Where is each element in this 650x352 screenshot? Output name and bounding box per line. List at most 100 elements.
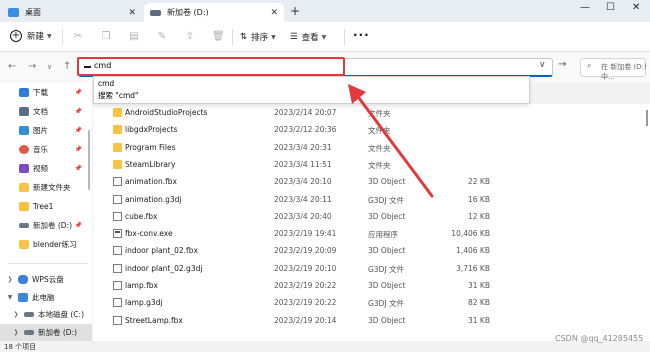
more-options-button[interactable]: ··· <box>353 28 370 42</box>
sidebar-item-wps-cloud[interactable]: ❯ WPS云盘 <box>0 271 92 288</box>
file-date: 2023/2/19 20:22 <box>274 281 337 290</box>
file-row[interactable]: cube.fbx 2023/3/4 20:40 3D Object 12 KB <box>93 208 650 225</box>
go-arrow-icon[interactable]: → <box>558 59 566 70</box>
file-row[interactable]: indoor plant_02.fbx 2023/2/19 20:09 3D Obj… <box>93 242 650 259</box>
file-name: animation.fbx <box>125 177 177 187</box>
new-tab-button[interactable]: + <box>290 4 300 18</box>
file-icon <box>113 281 122 290</box>
sort-button[interactable]: ⇅ 排序 ▼ <box>240 31 276 43</box>
file-row[interactable]: indoor plant_02.g3dj 2023/2/19 20:10 G3DJ … <box>93 260 650 277</box>
maximize-button[interactable]: ☐ <box>606 2 615 13</box>
file-icon <box>113 298 122 308</box>
annotation-highlight-box <box>77 57 345 76</box>
chevron-right-icon[interactable]: ❯ <box>12 329 20 336</box>
file-date: 2023/3/4 11:51 <box>274 159 332 169</box>
application-icon <box>113 229 122 239</box>
sidebar-item-label: blender练习 <box>33 240 77 249</box>
file-row[interactable]: fbx-conv.exe 2023/2/19 19:41 应用程序 10,406 KB <box>93 225 650 242</box>
file-name: AndroidStudioProjects <box>125 108 208 117</box>
sidebar-item-label: Tree1 <box>33 202 54 211</box>
chevron-down-icon[interactable]: ▼ <box>6 294 14 301</box>
close-window-button[interactable]: ✕ <box>632 2 640 13</box>
sidebar-item-label: 图片 <box>33 126 48 135</box>
close-tab-icon[interactable]: ✕ <box>128 8 136 18</box>
sidebar-item-tree1[interactable]: Tree1 <box>0 198 92 215</box>
file-date: 2023/2/19 20:09 <box>274 246 337 256</box>
file-size: 31 KB <box>468 281 490 290</box>
file-icon <box>113 177 122 187</box>
tab-drive-d[interactable]: 新加卷 (D:) ✕ <box>144 3 284 22</box>
sidebar-item-pictures[interactable]: 图片 📌 <box>0 122 92 139</box>
sidebar-item-label: 下载 <box>33 88 48 97</box>
file-size: 3,716 KB <box>456 263 490 273</box>
sidebar-item-label: 此电脑 <box>32 293 55 302</box>
pin-icon: 📌 <box>74 222 82 229</box>
sidebar-item-drive-d-tree[interactable]: ❯ 新加卷 (D:) <box>0 324 92 341</box>
drive-icon <box>19 223 29 228</box>
sidebar-item-music[interactable]: 音乐 📌 <box>0 141 92 158</box>
file-list-scrollbar[interactable] <box>646 110 648 126</box>
sidebar-scrollbar[interactable] <box>88 130 90 190</box>
drive-icon <box>150 9 161 16</box>
folder-icon <box>19 202 29 211</box>
file-icon <box>113 194 122 204</box>
toolbar-divider <box>232 29 233 45</box>
file-size: 22 KB <box>468 177 490 187</box>
folder-icon <box>113 125 122 135</box>
sidebar-item-downloads[interactable]: 下载 📌 <box>0 84 92 101</box>
sidebar-divider <box>8 263 88 264</box>
sort-icon: ⇅ <box>240 32 248 42</box>
file-date: 2023/2/19 20:10 <box>274 263 337 273</box>
drive-icon <box>24 330 34 335</box>
computer-icon <box>18 293 28 302</box>
sidebar-item-new-folder[interactable]: 新建文件夹 <box>0 179 92 196</box>
view-icon: ☰ <box>290 32 298 42</box>
file-icon <box>113 263 122 273</box>
new-button[interactable]: + 新建 ▼ <box>10 30 52 42</box>
search-placeholder: 在 新加卷 (D:) 中... <box>601 63 647 81</box>
cloud-icon <box>18 275 28 284</box>
folder-icon <box>113 142 122 152</box>
command-bar: + 新建 ▼ ✂ ❐ ▤ ✎ ⇪ 🗑 ⇅ 排序 ▼ ☰ 查看 ▼ ··· <box>0 22 650 52</box>
file-name: animation.g3dj <box>125 194 182 204</box>
file-row[interactable]: StreetLamp.fbx 2023/2/19 20:14 3D Object 31… <box>93 312 650 329</box>
chevron-right-icon[interactable]: ❯ <box>12 311 20 318</box>
sidebar-item-label: WPS云盘 <box>32 275 64 284</box>
sidebar-item-documents[interactable]: 文档 📌 <box>0 103 92 120</box>
file-date: 2023/3/4 20:11 <box>274 194 332 204</box>
recent-chevron-icon[interactable]: ∨ <box>47 63 52 71</box>
pin-icon: 📌 <box>74 89 82 96</box>
copy-icon[interactable]: ❐ <box>100 31 112 43</box>
delete-icon[interactable]: 🗑 <box>212 31 225 43</box>
paste-icon[interactable]: ▤ <box>128 31 140 43</box>
share-icon[interactable]: ⇪ <box>184 31 196 43</box>
address-history-chevron-icon[interactable]: ∨ <box>539 60 546 70</box>
view-label: 查看 <box>301 33 319 43</box>
pin-icon: 📌 <box>74 127 82 134</box>
file-row[interactable]: lamp.g3dj 2023/2/19 20:22 G3DJ 文件 82 KB <box>93 294 650 311</box>
sidebar-item-this-pc[interactable]: ▼ 此电脑 <box>0 289 92 306</box>
forward-arrow-icon[interactable]: → <box>28 61 36 72</box>
sidebar-item-drive-d[interactable]: 新加卷 (D:) 📌 <box>0 217 92 234</box>
tab-label: 新加卷 (D:) <box>167 8 209 17</box>
file-name: lamp.fbx <box>125 281 158 290</box>
minimize-button[interactable]: — <box>580 2 590 13</box>
chevron-right-icon[interactable]: ❯ <box>6 276 14 283</box>
pin-icon: 📌 <box>74 165 82 172</box>
up-arrow-icon[interactable]: ↑ <box>63 61 71 72</box>
file-icon <box>113 211 122 221</box>
tab-desktop[interactable]: 桌面 ✕ <box>2 3 142 22</box>
suggestion-item[interactable]: 搜索 "cmd" <box>98 90 138 101</box>
close-tab-icon[interactable]: ✕ <box>270 8 278 18</box>
sidebar-item-blender[interactable]: blender练习 <box>0 236 92 253</box>
view-button[interactable]: ☰ 查看 ▼ <box>290 31 326 43</box>
sidebar-item-videos[interactable]: 视频 📌 <box>0 160 92 177</box>
tab-label: 桌面 <box>25 8 41 17</box>
toolbar-divider <box>344 29 345 45</box>
suggestion-item[interactable]: cmd <box>98 79 114 88</box>
rename-icon[interactable]: ✎ <box>156 31 168 43</box>
back-arrow-icon[interactable]: ← <box>8 61 16 72</box>
file-row[interactable]: lamp.fbx 2023/2/19 20:22 3D Object 31 KB <box>93 277 650 294</box>
cut-icon[interactable]: ✂ <box>72 31 84 43</box>
sidebar-item-drive-c[interactable]: ❯ 本地磁盘 (C:) <box>0 306 92 323</box>
